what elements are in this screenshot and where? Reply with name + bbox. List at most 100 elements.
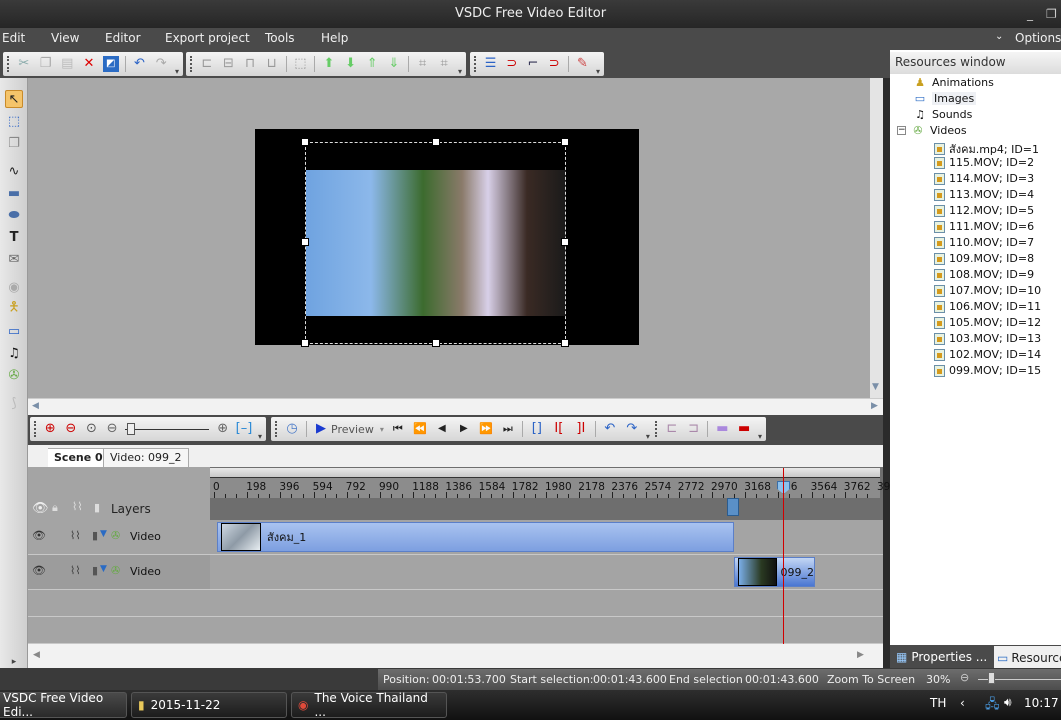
resize-handle[interactable] — [432, 339, 440, 347]
pointer-tool-icon[interactable]: ↖ — [5, 90, 23, 108]
tree-category-animations[interactable]: ♟ Animations — [912, 76, 994, 89]
menu-editor[interactable]: Editor — [105, 31, 141, 45]
tree-video-item[interactable]: 111.MOV; ID=6 — [934, 220, 1034, 233]
curve-tool-icon[interactable]: ∿ — [5, 162, 23, 180]
preview-button[interactable]: Preview — [331, 423, 374, 436]
audio-wave-icon[interactable]: ⌇⌇ — [70, 529, 81, 542]
align-bottom-icon[interactable]: ⊔ — [264, 56, 280, 72]
move-up-icon[interactable]: ⬆ — [321, 56, 337, 72]
resize-icon[interactable]: ⬚ — [293, 56, 309, 72]
tree-video-item[interactable]: 102.MOV; ID=14 — [934, 348, 1041, 361]
audio-wave-icon[interactable]: ⌇⌇ — [72, 500, 83, 513]
toolbar-overflow-icon[interactable]: ▾ — [646, 432, 650, 441]
battery-icon[interactable]: ▮ — [92, 529, 98, 542]
tree-video-item[interactable]: 112.MOV; ID=5 — [934, 204, 1034, 217]
trim-end-icon[interactable]: ⊐ — [686, 421, 702, 437]
timeline-range-bar[interactable] — [210, 468, 880, 478]
chevron-down-icon[interactable]: ⌄ — [995, 31, 1003, 42]
toolbar-overflow-icon[interactable]: ▾ — [458, 67, 462, 76]
tree-video-item[interactable]: 099.MOV; ID=15 — [934, 364, 1041, 377]
delete-icon[interactable]: ✕ — [81, 56, 97, 72]
select-all-icon[interactable]: [] — [529, 421, 545, 437]
align-center-icon[interactable]: ⊟ — [221, 56, 237, 72]
delete-range-icon[interactable]: ▬ — [736, 421, 752, 437]
tree-video-item[interactable]: 113.MOV; ID=4 — [934, 188, 1034, 201]
send-back-icon[interactable]: ⇓ — [386, 56, 402, 72]
tree-video-item[interactable]: 110.MOV; ID=7 — [934, 236, 1034, 249]
tab-resources[interactable]: ▭ Resource — [994, 646, 1061, 669]
resize-handle[interactable] — [301, 138, 309, 146]
collapse-icon[interactable]: − — [897, 126, 906, 135]
zoom-in-icon[interactable]: ⊕ — [43, 421, 58, 437]
go-to-end-icon[interactable]: ⏭ — [500, 421, 516, 437]
transform-tool-icon[interactable]: ⬚ — [5, 112, 23, 130]
toolbar-grip[interactable] — [7, 56, 10, 72]
step-back-icon[interactable]: ◀ — [434, 421, 450, 437]
zoom-out-icon[interactable]: ⊖ — [960, 671, 969, 684]
lock-icon[interactable]: 🔒︎ — [52, 501, 58, 515]
step-forward-icon[interactable]: ▶ — [456, 421, 472, 437]
clock[interactable]: 10:17 — [1024, 696, 1059, 710]
move-down-icon[interactable]: ⬇ — [343, 56, 359, 72]
group-icon[interactable]: ⌗ — [415, 56, 431, 72]
tree-video-item[interactable]: 103.MOV; ID=13 — [934, 332, 1041, 345]
toolbar-grip[interactable] — [474, 56, 477, 72]
menu-export-project[interactable]: Export project — [165, 31, 250, 45]
tree-video-item[interactable]: 109.MOV; ID=8 — [934, 252, 1034, 265]
align-top-icon[interactable]: ⊓ — [242, 56, 258, 72]
animation-tool-icon[interactable]: 🯅 — [5, 300, 23, 318]
rectangle-tool-icon[interactable]: ▬ — [5, 184, 23, 202]
magnet-icon[interactable]: ⊃ — [504, 56, 519, 72]
zoom-slider[interactable] — [125, 422, 210, 435]
tree-video-item[interactable]: 115.MOV; ID=2 — [934, 156, 1034, 169]
grid-icon[interactable]: ⌐ — [525, 56, 540, 72]
battery-icon[interactable]: ▮ — [92, 564, 98, 577]
timeline-horizontal-scrollbar[interactable]: ◀ ▶ — [28, 644, 883, 668]
taskbar-item-vsdc[interactable]: VSDC Free Video Edi... — [0, 691, 127, 719]
trim-start-icon[interactable]: ⊏ — [664, 421, 680, 437]
ungroup-icon[interactable]: ⌗ — [436, 56, 452, 72]
language-indicator[interactable]: TH — [930, 696, 946, 710]
video-tool-icon[interactable]: ✇ — [5, 366, 23, 384]
clip[interactable]: สังคม_1 — [217, 522, 734, 552]
clock-icon[interactable]: ◷ — [284, 421, 300, 437]
taskbar-item-folder[interactable]: ▮ 2015-11-22 — [131, 692, 287, 718]
tree-video-item[interactable]: 108.MOV; ID=9 — [934, 268, 1034, 281]
track-dropdown-icon[interactable]: ▼ — [100, 529, 107, 539]
undo-cut-icon[interactable]: ↶ — [602, 421, 618, 437]
menu-help[interactable]: Help — [321, 31, 348, 45]
minimize-button[interactable]: _ — [1027, 0, 1033, 28]
align-left-icon[interactable]: ⊏ — [199, 56, 215, 72]
track-dropdown-icon[interactable]: ▼ — [100, 564, 107, 574]
tree-video-item[interactable]: 106.MOV; ID=11 — [934, 300, 1041, 313]
scroll-left-icon[interactable]: ◀ — [32, 401, 39, 411]
playhead-line[interactable] — [783, 468, 784, 644]
canvas-horizontal-scrollbar[interactable]: ◀ ▶ — [28, 398, 883, 415]
eye-icon[interactable]: 👁 — [32, 564, 46, 577]
text-tool-icon[interactable]: T — [5, 228, 23, 246]
toolbar-grip[interactable] — [190, 56, 193, 72]
undo-icon[interactable]: ↶ — [132, 56, 148, 72]
menu-view[interactable]: View — [51, 31, 79, 45]
crop-icon[interactable]: ◩ — [102, 56, 119, 72]
fit-icon[interactable]: [–] — [236, 421, 253, 437]
paste-icon[interactable]: ▤ — [59, 56, 75, 72]
zoom-slider-thumb[interactable] — [127, 422, 136, 435]
cursor-tool-icon[interactable]: ◉ — [5, 278, 23, 296]
menu-tools[interactable]: Tools — [265, 31, 295, 45]
tree-video-item[interactable]: 107.MOV; ID=10 — [934, 284, 1041, 297]
scroll-down-icon[interactable]: ▼ — [872, 382, 879, 392]
resize-handle[interactable] — [301, 339, 309, 347]
set-end-icon[interactable]: ]I — [573, 421, 589, 437]
toolbar-grip[interactable] — [275, 421, 278, 437]
go-to-start-icon[interactable]: ⏮ — [390, 421, 406, 437]
zoom-out-icon[interactable]: ⊖ — [64, 421, 79, 437]
copy-icon[interactable]: ❐ — [38, 56, 54, 72]
ellipse-tool-icon[interactable]: ⬬ — [5, 206, 23, 224]
selection-marker[interactable] — [727, 498, 739, 516]
tree-category-sounds[interactable]: ♫ Sounds — [912, 108, 972, 121]
resize-handle[interactable] — [301, 238, 309, 246]
resize-handle[interactable] — [561, 238, 569, 246]
subtitle-tool-icon[interactable]: ✉ — [5, 250, 23, 268]
audio-wave-icon[interactable]: ⌇⌇ — [70, 564, 81, 577]
